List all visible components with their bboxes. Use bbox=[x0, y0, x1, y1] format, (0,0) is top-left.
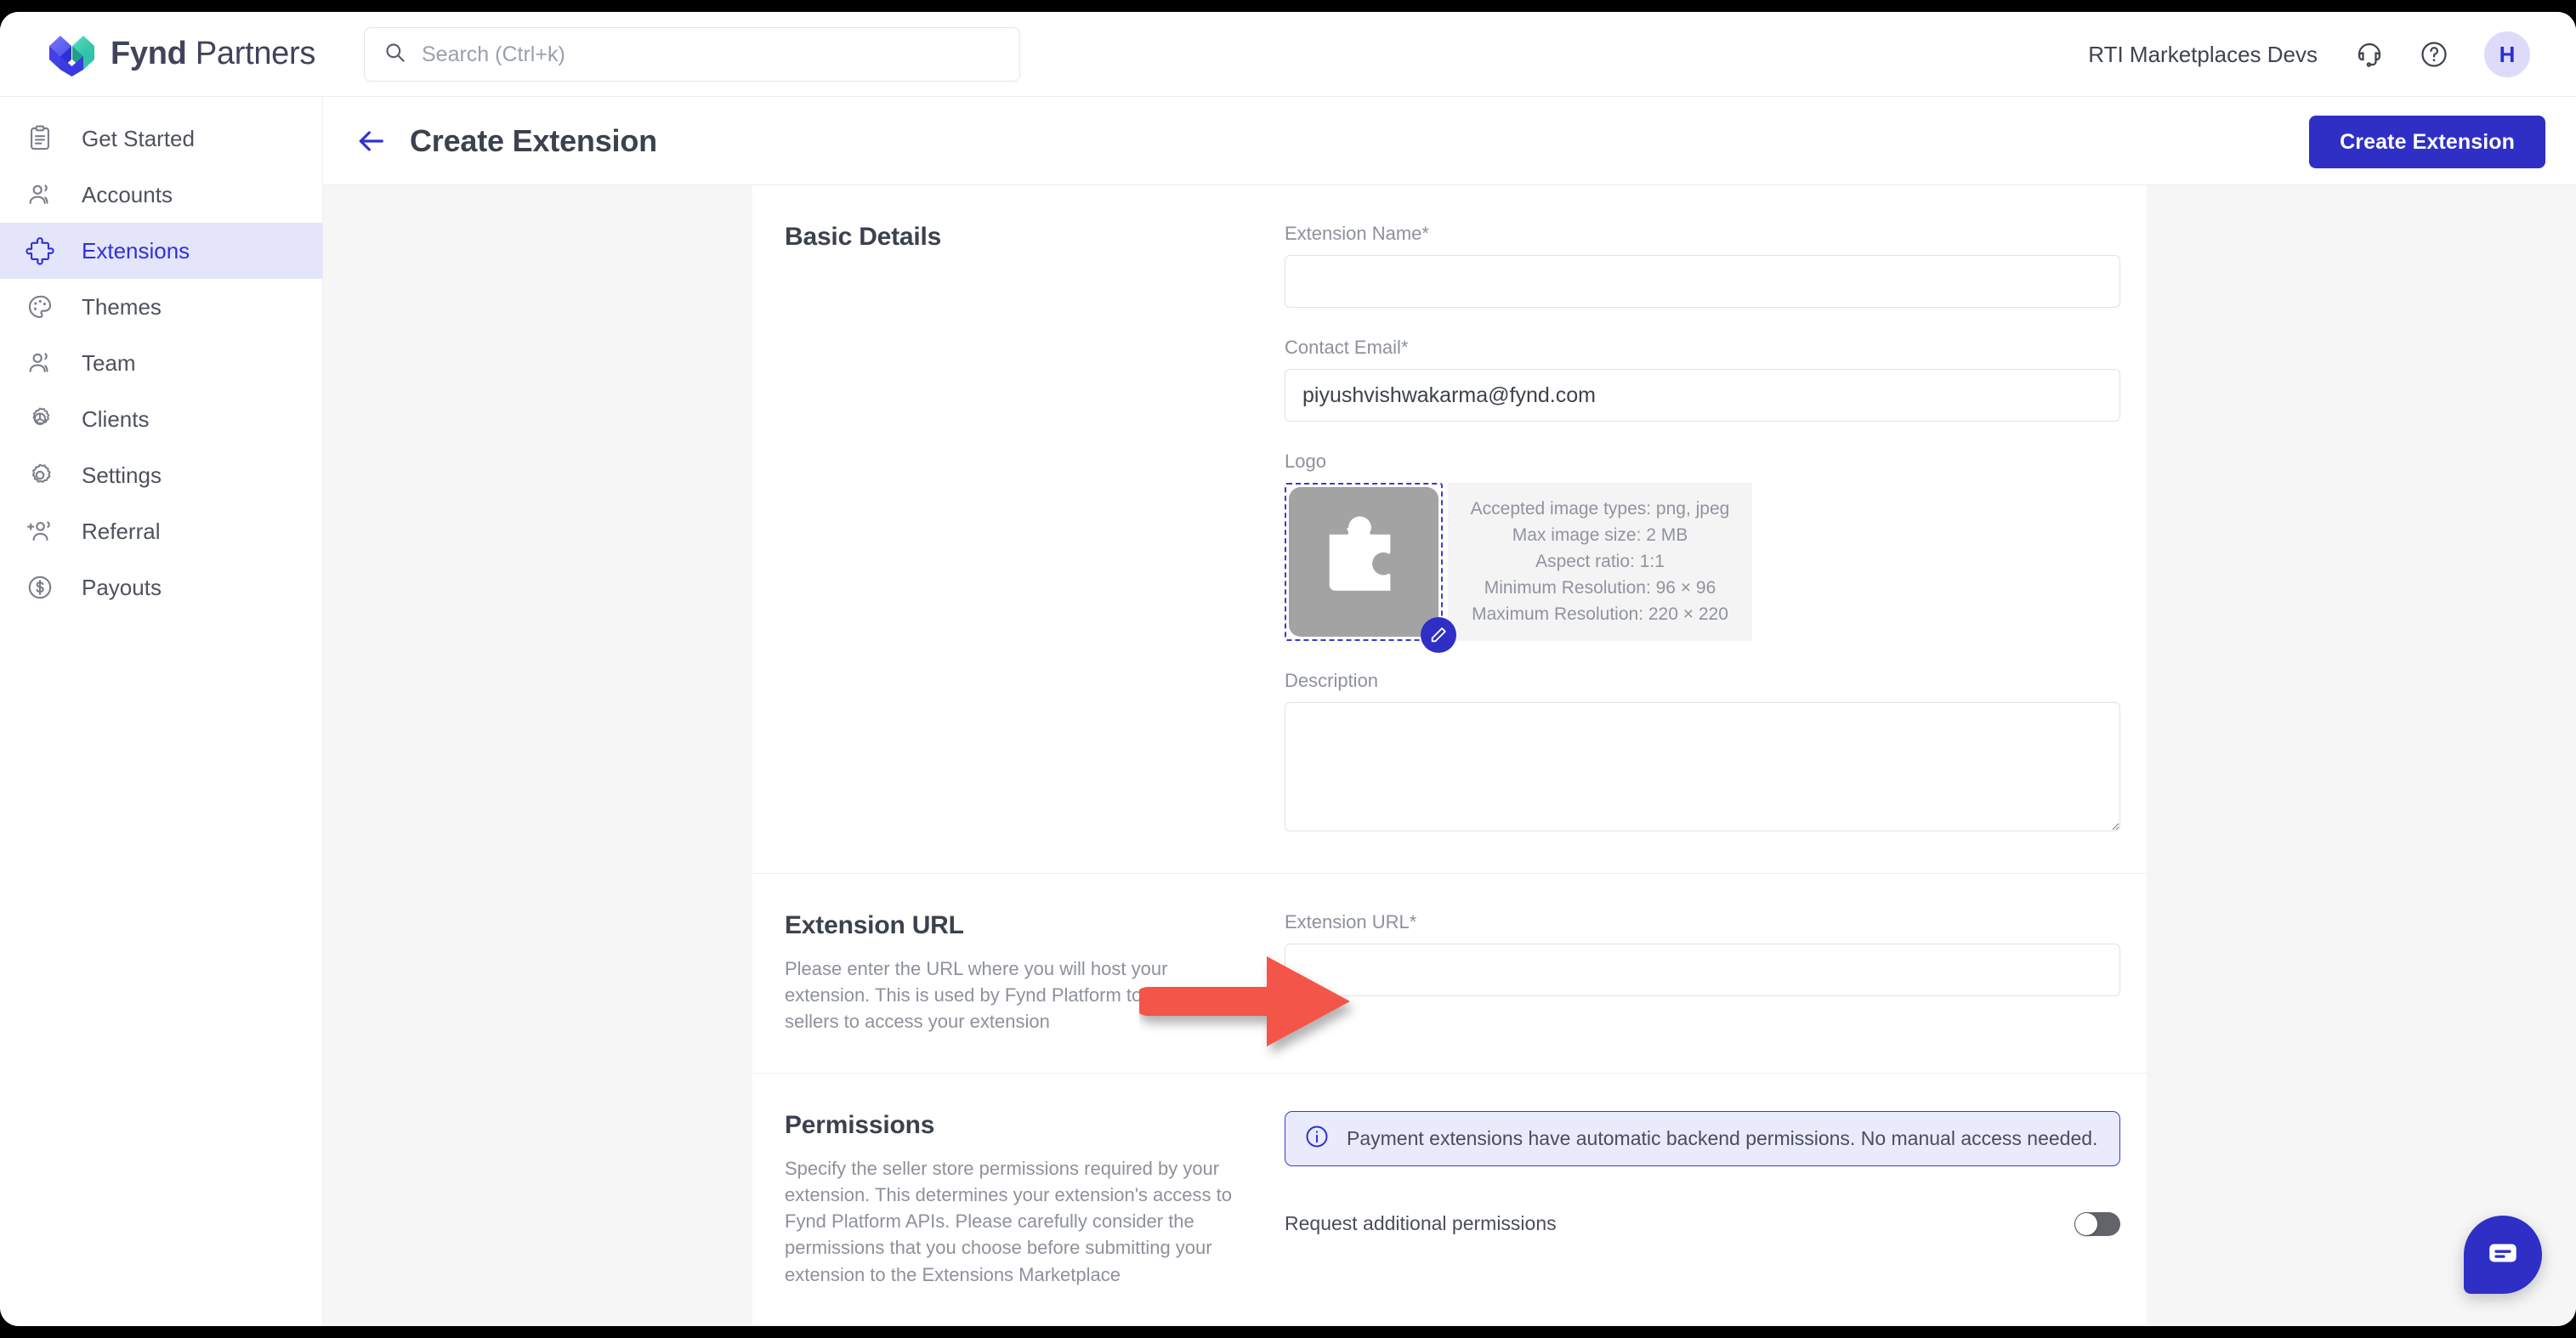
section-description: Specify the seller store permissions req… bbox=[785, 1157, 1232, 1285]
info-circle-icon bbox=[1304, 1124, 1330, 1154]
section-body-extension-url: Extension URL* bbox=[1285, 911, 2120, 1035]
sidebar-item-get-started[interactable]: Get Started bbox=[0, 111, 322, 167]
extension-name-label: Extension Name* bbox=[1285, 223, 1429, 244]
search-placeholder: Search (Ctrl+k) bbox=[422, 42, 565, 66]
section-additional-details: Additional Details Refund to Source supp… bbox=[752, 1324, 2147, 1326]
section-body-permissions: Payment extensions have automatic backen… bbox=[1285, 1110, 2120, 1288]
dollar-circle-icon bbox=[24, 571, 56, 604]
sidebar-item-label: Get Started bbox=[82, 125, 195, 151]
logo-requirement-line: Max image size: 2 MB bbox=[1512, 525, 1688, 545]
logo-edit-pencil-icon[interactable] bbox=[1421, 617, 1456, 653]
section-title: Extension URL bbox=[785, 911, 964, 939]
logo-requirement-line: Minimum Resolution: 96 × 96 bbox=[1484, 578, 1716, 598]
sidebar-item-label: Payouts bbox=[82, 574, 162, 600]
sidebar-item-label: Themes bbox=[82, 293, 162, 320]
field-extension-name: Extension Name* bbox=[1285, 223, 2120, 308]
logo-requirement-line: Maximum Resolution: 220 × 220 bbox=[1472, 604, 1728, 624]
chat-message-icon bbox=[2485, 1235, 2521, 1275]
page-header: Create Extension Create Extension bbox=[323, 97, 2576, 185]
palette-icon bbox=[24, 291, 56, 323]
sidebar-item-label: Clients bbox=[82, 405, 150, 432]
section-permissions: Permissions Specify the seller store per… bbox=[752, 1072, 2147, 1325]
gear-wheel-icon bbox=[24, 403, 56, 435]
search-input[interactable]: Search (Ctrl+k) bbox=[364, 27, 1020, 82]
section-body-basic-details: Extension Name* Contact Email* Logo bbox=[1285, 223, 2120, 836]
field-extension-url: Extension URL* bbox=[1285, 911, 2120, 996]
contact-email-input[interactable] bbox=[1285, 369, 2120, 422]
logo-requirement-line: Accepted image types: png, jpeg bbox=[1470, 499, 1730, 519]
page-title: Create Extension bbox=[410, 122, 657, 158]
sidebar-item-label: Extensions bbox=[82, 237, 190, 264]
extension-name-input[interactable] bbox=[1285, 255, 2120, 308]
section-title: Permissions bbox=[785, 1110, 935, 1139]
headset-support-icon[interactable] bbox=[2350, 35, 2389, 74]
help-question-icon[interactable] bbox=[2414, 35, 2454, 74]
sidebar-nav: Get Started Accounts Extensions Themes T… bbox=[0, 97, 323, 1326]
logo-requirement-line: Aspect ratio: 1:1 bbox=[1535, 552, 1665, 571]
sidebar-item-label: Team bbox=[82, 349, 136, 376]
permissions-info-banner: Payment extensions have automatic backen… bbox=[1285, 1110, 2120, 1166]
request-additional-permissions-row: Request additional permissions bbox=[1285, 1211, 2120, 1236]
sidebar-item-extensions[interactable]: Extensions bbox=[0, 223, 322, 279]
sidebar-item-label: Referral bbox=[82, 518, 161, 544]
section-description: Please enter the URL where you will host… bbox=[785, 958, 1204, 1033]
contact-email-label: Contact Email* bbox=[1285, 337, 1409, 358]
section-basic-details: Basic Details Extension Name* Contact Em… bbox=[752, 185, 2147, 873]
sidebar-item-clients[interactable]: Clients bbox=[0, 391, 322, 447]
sidebar-item-label: Settings bbox=[82, 462, 162, 488]
header-actions: RTI Marketplaces Devs H bbox=[2088, 12, 2530, 97]
sidebar-item-payouts[interactable]: Payouts bbox=[0, 559, 322, 615]
extension-url-label: Extension URL* bbox=[1285, 911, 1417, 933]
gear-icon bbox=[24, 459, 56, 491]
fynd-heart-logo-icon bbox=[48, 32, 97, 77]
user-avatar[interactable]: H bbox=[2484, 31, 2530, 77]
sidebar-item-settings[interactable]: Settings bbox=[0, 447, 322, 503]
extension-url-input[interactable] bbox=[1285, 944, 2120, 996]
permissions-info-text: Payment extensions have automatic backen… bbox=[1347, 1126, 2098, 1149]
toggle-knob bbox=[2075, 1212, 2097, 1235]
back-arrow-icon[interactable] bbox=[352, 122, 389, 160]
sidebar-item-referral[interactable]: Referral bbox=[0, 503, 322, 559]
section-header-permissions: Permissions Specify the seller store per… bbox=[785, 1111, 1285, 1288]
app-window: Fynd Partners Search (Ctrl+k) RTI Market… bbox=[0, 12, 2576, 1326]
chat-support-button[interactable] bbox=[2464, 1216, 2542, 1294]
sidebar-item-team[interactable]: Team bbox=[0, 335, 322, 391]
logo-label: Logo bbox=[1285, 451, 1326, 472]
clipboard-icon bbox=[24, 122, 56, 155]
top-bar: Fynd Partners Search (Ctrl+k) RTI Market… bbox=[0, 12, 2576, 97]
description-label: Description bbox=[1285, 670, 1379, 691]
logo-uploader: Accepted image types: png, jpeg Max imag… bbox=[1285, 483, 2120, 653]
description-textarea[interactable] bbox=[1285, 702, 2120, 831]
organization-name[interactable]: RTI Marketplaces Devs bbox=[2088, 42, 2318, 68]
brand-logo-area[interactable]: Fynd Partners bbox=[48, 32, 320, 77]
search-icon bbox=[383, 41, 406, 68]
create-extension-button[interactable]: Create Extension bbox=[2309, 116, 2545, 168]
person-add-icon bbox=[24, 515, 56, 547]
section-extension-url: Extension URL Please enter the URL where… bbox=[752, 873, 2147, 1073]
main-content: Create Extension Create Extension Basic … bbox=[323, 97, 2576, 1326]
people-icon bbox=[24, 347, 56, 379]
form-card: Basic Details Extension Name* Contact Em… bbox=[752, 185, 2147, 1326]
field-contact-email: Contact Email* bbox=[1285, 337, 2120, 422]
section-title: Basic Details bbox=[785, 223, 942, 251]
logo-preview bbox=[1289, 487, 1438, 637]
puzzle-icon bbox=[24, 235, 56, 267]
sidebar-item-themes[interactable]: Themes bbox=[0, 279, 322, 335]
brand-name-bold: Fynd bbox=[111, 36, 187, 71]
logo-requirements: Accepted image types: png, jpeg Max imag… bbox=[1448, 483, 1752, 641]
brand-name: Fynd Partners bbox=[111, 36, 315, 72]
request-additional-permissions-label: Request additional permissions bbox=[1285, 1212, 1557, 1235]
section-header-extension-url: Extension URL Please enter the URL where… bbox=[785, 911, 1285, 1035]
request-additional-permissions-toggle[interactable] bbox=[2074, 1211, 2120, 1236]
field-logo: Logo Accepted image types: png, jpeg Max… bbox=[1285, 451, 2120, 653]
brand-name-light: Partners bbox=[186, 36, 316, 71]
field-description: Description bbox=[1285, 670, 2120, 836]
sidebar-item-accounts[interactable]: Accounts bbox=[0, 167, 322, 223]
sidebar-item-label: Accounts bbox=[82, 181, 173, 207]
logo-dropzone[interactable] bbox=[1285, 483, 1456, 653]
section-header-basic-details: Basic Details bbox=[785, 223, 1285, 836]
puzzle-piece-icon bbox=[1316, 513, 1411, 612]
people-icon bbox=[24, 179, 56, 211]
